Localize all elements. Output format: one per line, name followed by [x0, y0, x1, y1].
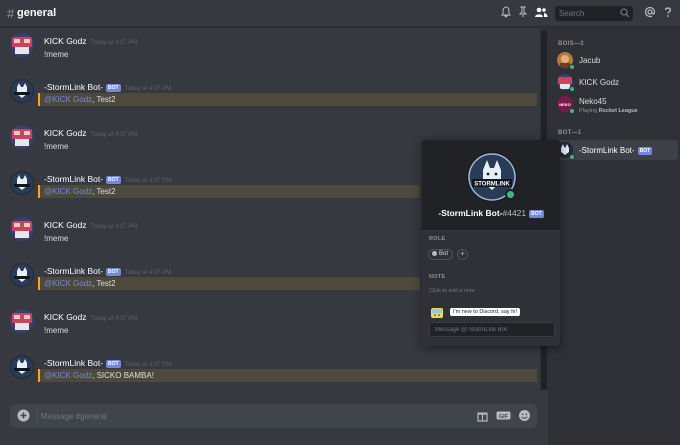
- channel-header: # general: [0, 0, 680, 27]
- member-name: -StormLink Bot- BOT: [579, 146, 653, 155]
- member-item[interactable]: Jacub: [554, 50, 678, 70]
- mention-highlight: @KICK Godz, Test2: [38, 277, 420, 290]
- mention-highlight: @KICK Godz, SICKO BAMBA!: [38, 369, 537, 382]
- message-author[interactable]: KICK Godz: [44, 312, 87, 322]
- user-mention[interactable]: @KICK Godz: [44, 95, 92, 104]
- online-status-icon: [569, 86, 575, 92]
- user-mention[interactable]: @KICK Godz: [44, 371, 92, 380]
- note-section-label: NOTE: [429, 274, 446, 280]
- user-profile-popout: STORMLINK -StormLink Bot-#4421 BOT ROLE B…: [422, 140, 560, 346]
- message-content: @KICK Godz, Test2: [44, 187, 116, 196]
- message-content: @KICK Godz, Test2: [44, 279, 116, 288]
- message-author[interactable]: KICK Godz: [44, 220, 87, 230]
- member-list: BOIS—3 Jacub KICK Godz NEKO Neko45 Playi…: [548, 27, 680, 445]
- emoji-icon[interactable]: [518, 409, 531, 422]
- online-status-icon: [569, 154, 575, 160]
- gift-icon[interactable]: [476, 409, 489, 422]
- avatar[interactable]: [10, 263, 34, 287]
- member-activity: Playing Rocket League: [579, 108, 638, 114]
- member-group-header: BOT—1: [558, 130, 582, 136]
- add-role-button[interactable]: +: [457, 249, 468, 260]
- message-content: !meme: [44, 50, 69, 59]
- member-group-header: BOIS—3: [558, 41, 584, 47]
- role-section-label: ROLE: [429, 236, 446, 242]
- message-timestamp: Today at 4:37 PM: [90, 224, 138, 230]
- bot-tag: BOT: [637, 147, 653, 155]
- avatar[interactable]: [10, 355, 34, 379]
- member-item[interactable]: NEKO Neko45 Playing Rocket League: [554, 94, 678, 114]
- user-mention[interactable]: @KICK Godz: [44, 279, 92, 288]
- bot-tag: BOT: [106, 84, 121, 92]
- bell-icon[interactable]: [500, 6, 512, 18]
- message-timestamp: Today at 4:37 PM: [90, 40, 138, 46]
- message-author[interactable]: KICK Godz: [44, 36, 87, 46]
- message-author[interactable]: -StormLink Bot-: [44, 266, 103, 276]
- bot-tag: BOT: [529, 210, 544, 218]
- avatar[interactable]: [10, 33, 34, 57]
- channel-name: general: [17, 7, 57, 19]
- online-status-icon: [505, 189, 516, 200]
- pin-icon[interactable]: [517, 6, 529, 18]
- message-timestamp: Today at 4:37 PM: [90, 132, 138, 138]
- bot-tag: BOT: [106, 360, 121, 368]
- avatar[interactable]: [10, 217, 34, 241]
- message-timestamp: Today at 4:37 PM: [124, 178, 172, 184]
- member-item[interactable]: -StormLink Bot- BOT: [554, 140, 678, 160]
- message-author[interactable]: -StormLink Bot-: [44, 82, 103, 92]
- message-content: !meme: [44, 142, 69, 151]
- message-content: !meme: [44, 234, 69, 243]
- message-content: !meme: [44, 326, 69, 335]
- mention-highlight: @KICK Godz, Test2: [38, 93, 537, 106]
- role-pill[interactable]: Bot: [428, 249, 454, 260]
- message-input[interactable]: [41, 409, 461, 423]
- message-timestamp: Today at 4:37 PM: [124, 362, 172, 368]
- wave-prompt[interactable]: I'm new to Discord, say hi!: [450, 308, 521, 316]
- gif-icon[interactable]: GIF: [496, 409, 511, 422]
- svg-text:NEKO: NEKO: [559, 102, 571, 107]
- direct-message-box[interactable]: [429, 322, 555, 337]
- search-input[interactable]: [559, 8, 619, 19]
- role-color-dot: [432, 250, 437, 256]
- svg-text:STORMLINK: STORMLINK: [474, 182, 510, 188]
- avatar[interactable]: [10, 171, 34, 195]
- avatar[interactable]: [10, 125, 34, 149]
- composer-divider: [37, 409, 38, 423]
- message-author[interactable]: -StormLink Bot-: [44, 358, 103, 368]
- svg-text:GIF: GIF: [499, 414, 509, 420]
- message-timestamp: Today at 4:37 PM: [124, 270, 172, 276]
- at-icon[interactable]: [644, 6, 656, 18]
- search-icon[interactable]: [620, 8, 630, 18]
- search-box[interactable]: [555, 6, 633, 21]
- add-icon[interactable]: [17, 409, 30, 422]
- user-mention[interactable]: @KICK Godz: [44, 187, 92, 196]
- message-author[interactable]: KICK Godz: [44, 128, 87, 138]
- message-timestamp: Today at 4:37 PM: [90, 316, 138, 322]
- channel-hash-icon: #: [7, 6, 15, 21]
- bot-tag: BOT: [106, 176, 121, 184]
- popout-header: STORMLINK -StormLink Bot-#4421 BOT: [422, 140, 560, 230]
- message-author[interactable]: -StormLink Bot-: [44, 174, 103, 184]
- message-composer: GIF: [10, 404, 537, 428]
- online-status-icon: [569, 108, 575, 114]
- note-field[interactable]: Click to add a note: [429, 288, 475, 294]
- online-status-icon: [569, 64, 575, 70]
- mention-highlight: @KICK Godz, Test2: [38, 185, 420, 198]
- help-icon[interactable]: [662, 6, 674, 18]
- popout-username: -StormLink Bot-#4421 BOT: [438, 208, 544, 218]
- wave-icon: [429, 307, 445, 320]
- avatar[interactable]: [10, 79, 34, 103]
- message-content: @KICK Godz, Test2: [44, 95, 116, 104]
- message-content: @KICK Godz, SICKO BAMBA!: [44, 371, 154, 380]
- member-name: Neko45: [579, 97, 607, 106]
- message-timestamp: Today at 4:37 PM: [124, 86, 172, 92]
- bot-tag: BOT: [106, 268, 121, 276]
- member-name: Jacub: [579, 56, 601, 65]
- members-icon[interactable]: [534, 6, 548, 18]
- avatar[interactable]: [10, 309, 34, 333]
- member-item[interactable]: KICK Godz: [554, 72, 678, 92]
- member-name: KICK Godz: [579, 78, 620, 87]
- direct-message-input[interactable]: [435, 325, 551, 335]
